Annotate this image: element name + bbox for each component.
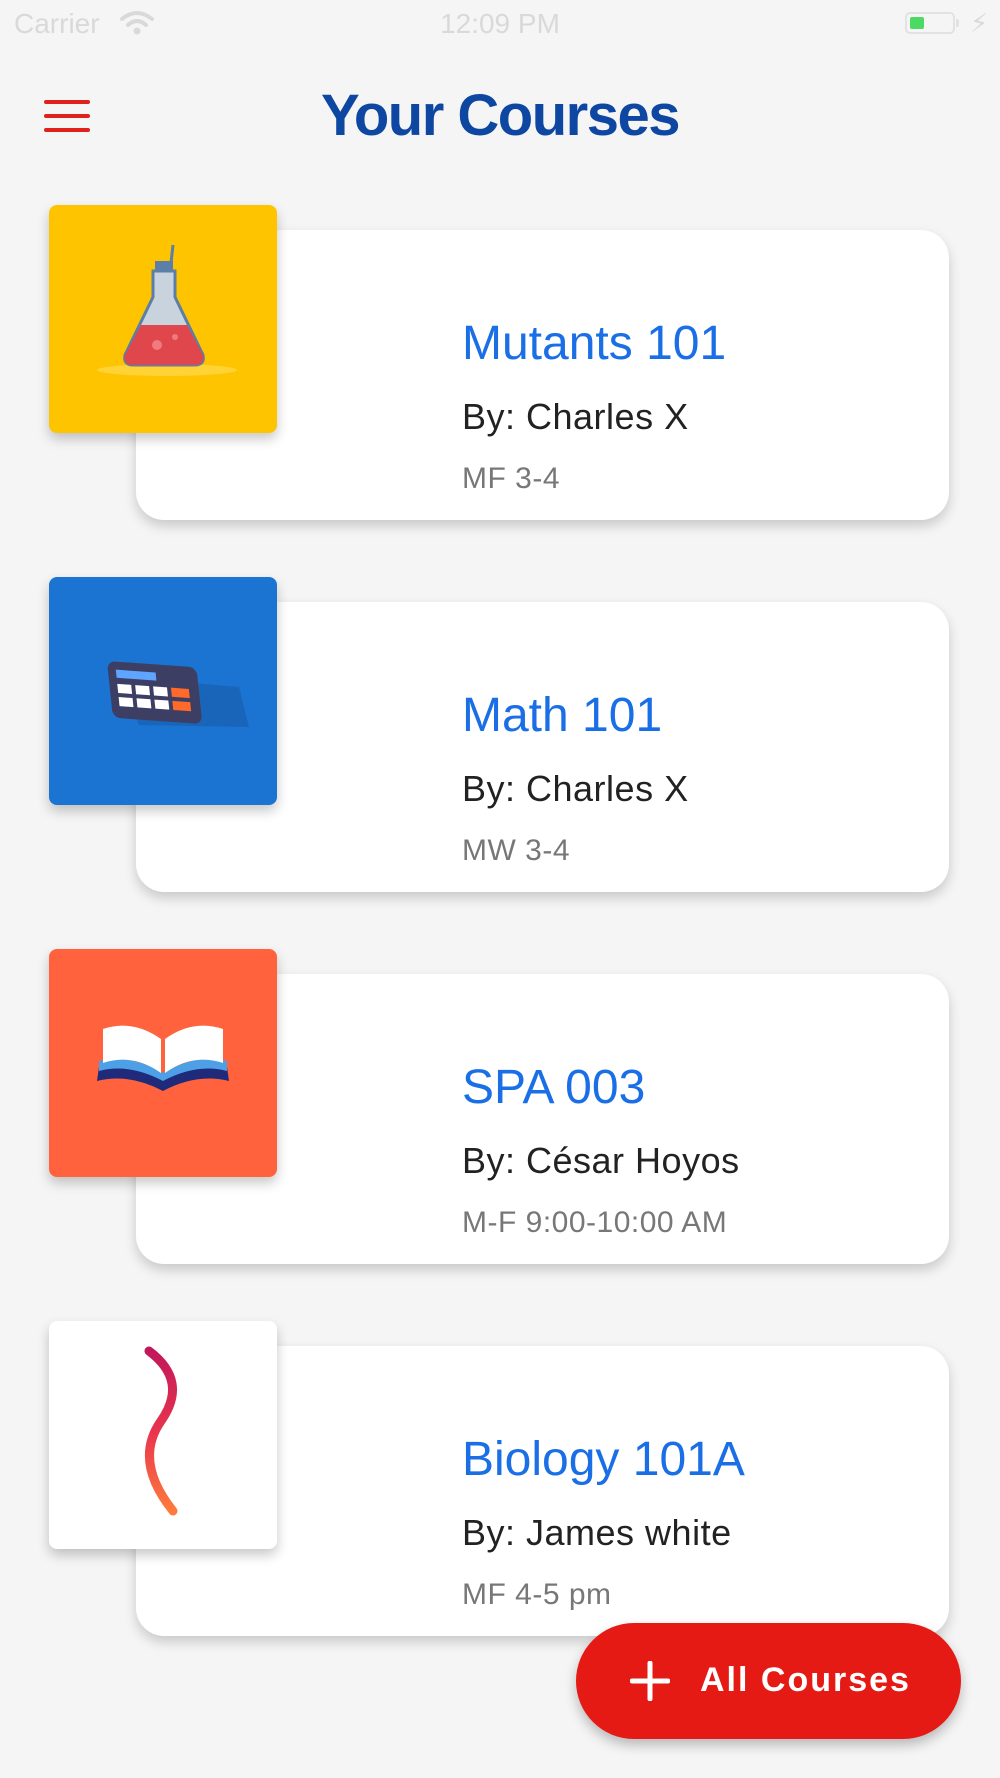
dna-icon [136,1346,188,1516]
course-thumbnail[interactable] [49,577,277,805]
course-instructor: By: César Hoyos [462,1140,740,1181]
course-thumbnail[interactable] [49,205,277,433]
clock: 12:09 PM [440,8,560,39]
header: Your Courses [0,60,1000,170]
course-schedule: MF 3-4 [462,462,561,495]
plus-icon [629,1660,671,1706]
course-schedule: MW 3-4 [462,834,570,867]
course-name: Biology 101A [462,1433,745,1486]
course-item[interactable]: Mutants 101 By: Charles X MF 3-4 [0,200,1000,572]
course-list: Mutants 101 By: Charles X MF 3-4 Math 10… [0,200,1000,1688]
course-thumbnail[interactable] [49,949,277,1177]
course-name: Mutants 101 [462,317,727,370]
course-instructor: By: Charles X [462,768,689,809]
course-name: SPA 003 [462,1061,646,1114]
calculator-icon [107,661,249,727]
course-schedule: MF 4-5 pm [462,1578,612,1611]
course-thumbnail[interactable] [49,1321,277,1549]
course-instructor: By: James white [462,1512,732,1553]
battery-icon [905,12,959,34]
status-bar: Carrier 12:09 PM ⚡ [0,0,1000,48]
course-item[interactable]: Math 101 By: Charles X MW 3-4 [0,572,1000,944]
course-schedule: M-F 9:00-10:00 AM [462,1206,728,1239]
course-instructor: By: Charles X [462,396,689,437]
all-courses-button[interactable]: All Courses [576,1623,961,1739]
page-title: Your Courses [320,83,681,148]
course-item[interactable]: SPA 003 By: César Hoyos M-F 9:00-10:00 A… [0,944,1000,1316]
charging-bolt-icon: ⚡ [970,8,989,38]
open-book-icon [97,1025,229,1091]
flask-icon [97,244,237,376]
all-courses-label: All Courses [700,1661,911,1699]
course-name: Math 101 [462,689,663,742]
